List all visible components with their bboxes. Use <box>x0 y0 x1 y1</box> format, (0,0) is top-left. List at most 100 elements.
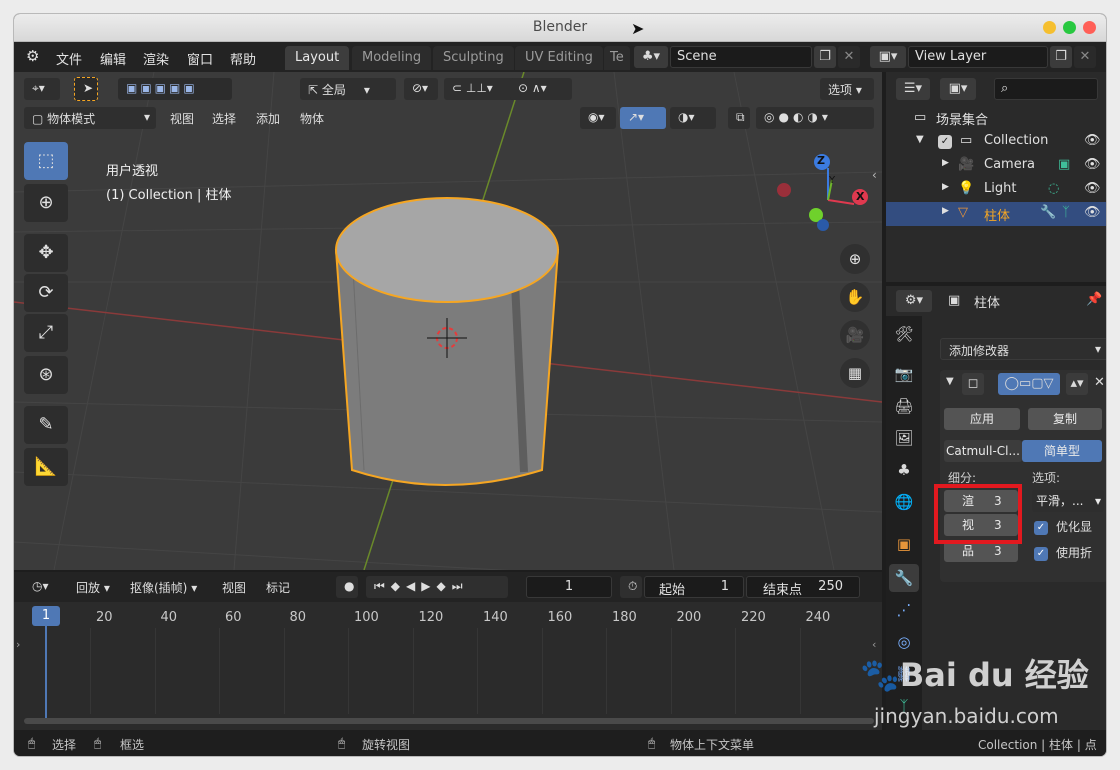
rotate-tool-icon[interactable]: ⟳ <box>24 274 68 312</box>
scale-tool-icon[interactable]: ⤢ <box>24 314 68 352</box>
light-data-icon[interactable]: ◌ <box>1048 181 1059 196</box>
eye-icon[interactable]: 👁 <box>1084 133 1101 148</box>
sidebar-toggle-icon[interactable]: ‹ <box>872 168 877 182</box>
frame-start-field[interactable]: 起始 1 <box>644 576 744 598</box>
blender-logo-icon[interactable]: ⚙ <box>26 47 39 65</box>
frame-end-field[interactable]: 结束点 250 <box>746 576 860 598</box>
catmull-clark-button[interactable]: Catmull-Cl... <box>944 440 1022 462</box>
proportional-edit-icon[interactable]: ⊙ ∧▾ <box>510 78 572 100</box>
visibility-icon[interactable]: ◉▾ <box>580 107 616 129</box>
render-tab-icon[interactable]: 📷 <box>889 360 919 388</box>
camera-data-icon[interactable]: ▣ <box>1058 157 1070 172</box>
3d-viewport[interactable]: Z Y X ⌖▾ ➤ ▣▣▣▣▣ ⇱ 全局 ▾ ⊘▾ ⊂ ⊥⊥▾ ⊙ ∧▾ 选项 … <box>14 72 882 570</box>
menu-object[interactable]: 物体 <box>292 107 332 129</box>
tab-layout[interactable]: Layout <box>285 46 350 70</box>
menu-edit[interactable]: 编辑 <box>100 49 126 68</box>
display-mode-icon[interactable]: ▣▾ <box>940 78 976 100</box>
eye-icon[interactable]: 👁 <box>1084 181 1101 196</box>
close-button[interactable] <box>1083 21 1096 34</box>
tool-tab-icon[interactable]: 🛠 <box>889 320 919 348</box>
marker-menu[interactable]: 标记 <box>258 576 298 598</box>
playback-menu[interactable]: 回放 ▾ <box>68 576 118 598</box>
camera-view-icon[interactable]: 🎥 <box>840 320 870 350</box>
gizmo-toggle-icon[interactable]: ↗▾ <box>620 107 666 129</box>
expand-arrow-icon[interactable]: ▶ <box>942 206 949 216</box>
tab-uv-editing[interactable]: UV Editing <box>515 46 603 70</box>
annotate-tool-icon[interactable]: ✎ <box>24 406 68 444</box>
view-layer-tab-icon[interactable]: 🖼 <box>889 424 919 452</box>
particles-tab-icon[interactable]: ⋰ <box>889 596 919 624</box>
use-crease-checkbox[interactable]: ✓ <box>1034 547 1048 561</box>
new-view-layer-icon[interactable]: ❐ <box>1050 46 1072 68</box>
expand-arrow-icon[interactable]: ▶ <box>942 158 949 168</box>
menu-render[interactable]: 渲染 <box>143 49 169 68</box>
tab-modeling[interactable]: Modeling <box>352 46 432 70</box>
zoom-icon[interactable]: ⊕ <box>840 244 870 274</box>
scene-selector-icon[interactable]: ♣▾ <box>634 46 668 68</box>
move-tool-icon[interactable]: ✥ <box>24 234 68 272</box>
uv-smooth-dropdown[interactable]: 平滑，... ▾ <box>1032 490 1104 512</box>
record-icon[interactable]: ● <box>336 576 358 598</box>
scene-collection-row[interactable]: ▭ 场景集合 <box>886 106 1106 130</box>
copy-button[interactable]: 复制 <box>1028 408 1102 430</box>
timeline-view-menu[interactable]: 视图 <box>214 576 254 598</box>
scene-field[interactable]: Scene <box>670 46 812 68</box>
current-frame-marker[interactable]: 1 <box>32 606 60 626</box>
wrench-icon[interactable]: 🔧 <box>1040 205 1056 220</box>
shading-mode-buttons[interactable]: ◎●◐◑▾ <box>756 107 874 129</box>
modifier-visibility-icons[interactable]: ◯▭▢▽ <box>998 373 1060 395</box>
remove-scene-icon[interactable]: ✕ <box>838 46 860 68</box>
scene-tab-icon[interactable]: ♣ <box>889 456 919 484</box>
new-scene-icon[interactable]: ❐ <box>814 46 836 68</box>
timeline-editor-icon[interactable]: ◷▾ <box>24 576 60 598</box>
optimal-display-checkbox[interactable]: ✓ <box>1034 521 1048 535</box>
outliner-item-cylinder[interactable]: ▶ ▽ 柱体 🔧 ᛉ 👁 <box>886 202 1106 226</box>
outliner-editor-icon[interactable]: ☰▾ <box>896 78 930 100</box>
timeline-scrollbar[interactable] <box>24 718 874 724</box>
menu-add[interactable]: 添加 <box>248 107 288 129</box>
outliner-item-light[interactable]: ▶ 💡 Light ◌ 👁 <box>886 178 1106 202</box>
maximize-button[interactable] <box>1063 21 1076 34</box>
pin-icon[interactable]: 📌 <box>1086 292 1102 307</box>
pan-hand-icon[interactable]: ✋ <box>840 282 870 312</box>
eye-icon[interactable]: 👁 <box>1084 205 1101 220</box>
apply-button[interactable]: 应用 <box>944 408 1020 430</box>
menu-help[interactable]: 帮助 <box>230 49 256 68</box>
measure-tool-icon[interactable]: 📐 <box>24 448 68 486</box>
selection-mode-buttons[interactable]: ▣▣▣▣▣ <box>118 78 232 100</box>
editor-type-icon[interactable]: ⌖▾ <box>24 78 60 100</box>
select-mode-icon[interactable]: ➤ <box>74 77 98 101</box>
mesh-data-icon[interactable]: ᛉ <box>1062 205 1070 220</box>
transform-tool-icon[interactable]: ⊛ <box>24 356 68 394</box>
modifier-tab-icon[interactable]: 🔧 <box>889 564 919 592</box>
collapse-arrow-icon[interactable]: ▼ <box>946 376 954 387</box>
options-dropdown[interactable]: 选项 ▾ <box>820 78 874 100</box>
cursor-tool-icon[interactable]: ⊕ <box>24 184 68 222</box>
menu-view[interactable]: 视图 <box>162 107 202 129</box>
menu-file[interactable]: 文件 <box>56 49 82 68</box>
simple-button[interactable]: 简单型 <box>1022 440 1102 462</box>
minimize-button[interactable] <box>1043 21 1056 34</box>
expand-arrow-icon[interactable]: ▶ <box>942 182 949 192</box>
output-tab-icon[interactable]: 🖨 <box>889 392 919 420</box>
xray-icon[interactable]: ⧉ <box>728 107 750 129</box>
subdivision-icon[interactable]: ◻ <box>962 373 984 395</box>
mode-dropdown[interactable]: ▢ 物体模式 ▾ <box>24 107 156 129</box>
pivot-icon[interactable]: ⊘▾ <box>404 78 438 100</box>
view-layer-field[interactable]: View Layer <box>908 46 1048 68</box>
stopwatch-icon[interactable]: ⏱ <box>620 576 642 598</box>
orientation-dropdown[interactable]: ⇱ 全局 ▾ <box>300 78 396 100</box>
channel-expand-icon[interactable]: › <box>16 638 20 651</box>
collection-row[interactable]: ▼ ✓ ▭ Collection 👁 <box>886 130 1106 154</box>
outliner-item-camera[interactable]: ▶ 🎥 Camera ▣ 👁 <box>886 154 1106 178</box>
playback-controls-icon[interactable]: ⏮◆◀▶◆⏭ <box>366 576 508 598</box>
add-modifier-dropdown[interactable]: 添加修改器 ▾ <box>940 338 1106 360</box>
menu-window[interactable]: 窗口 <box>187 49 213 68</box>
current-frame-field[interactable]: 1 <box>526 576 612 598</box>
collection-checkbox[interactable]: ✓ <box>938 135 952 149</box>
remove-modifier-icon[interactable]: ✕ <box>1094 375 1105 390</box>
tab-texture-paint[interactable]: Te <box>604 46 630 70</box>
eye-icon[interactable]: 👁 <box>1084 157 1101 172</box>
perspective-grid-icon[interactable]: ▦ <box>840 358 870 388</box>
object-tab-icon[interactable]: ▣ <box>889 530 919 558</box>
